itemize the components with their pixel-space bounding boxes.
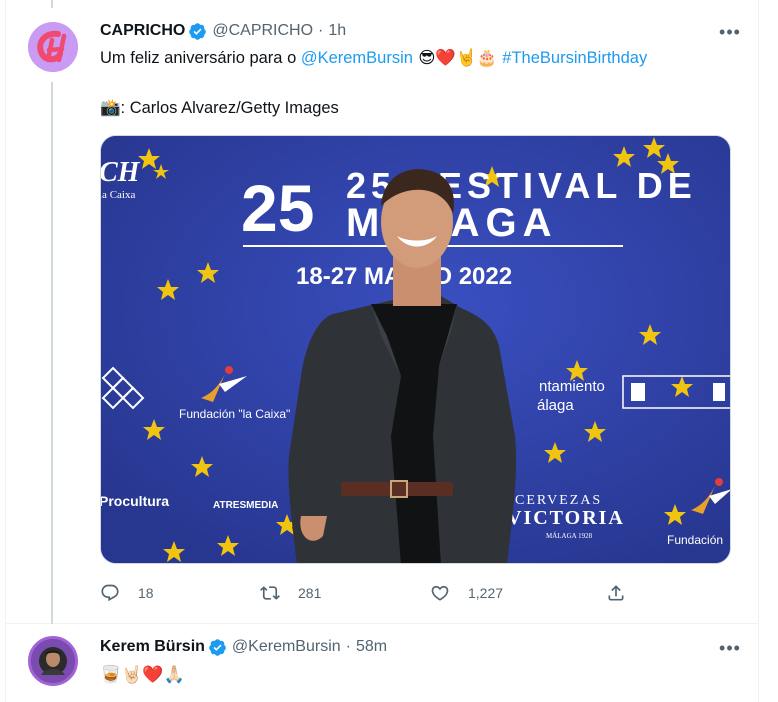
capricho-logo-icon: [28, 22, 78, 72]
retweet-count: 281: [298, 585, 322, 601]
fundacion-right-text: Fundación: [667, 533, 723, 547]
more-dots-icon[interactable]: •••: [718, 636, 742, 660]
photo-credit-text: : Carlos Alvarez/Getty Images: [120, 99, 339, 117]
reply-count: 18: [138, 585, 154, 601]
author-handle[interactable]: @CAPRICHO: [212, 22, 313, 40]
photo-scene: 25 25 FESTIVAL DE MÁLAGA 18-27 MARZO 202…: [101, 136, 730, 563]
atresmedia-text: ATRESMEDIA: [213, 500, 278, 511]
separator-dot: ·: [345, 638, 351, 655]
avatar-kerem[interactable]: [28, 636, 78, 686]
tweet-photo[interactable]: 25 25 FESTIVAL DE MÁLAGA 18-27 MARZO 202…: [100, 135, 731, 564]
tweet-actions: 18 281 1,227: [100, 580, 640, 606]
heart-icon: [431, 585, 449, 601]
camera-flash-icon: 📸: [100, 98, 121, 117]
ayuntamiento-text-2: álaga: [537, 397, 574, 414]
cervezas-text: CERVEZAS: [515, 493, 602, 508]
reply-button[interactable]: 18: [100, 583, 154, 603]
verified-badge-icon: [189, 22, 207, 40]
share-icon: [608, 585, 624, 601]
banner-number: 25: [241, 171, 314, 245]
more-dots-icon[interactable]: •••: [718, 20, 742, 44]
right-border: [758, 0, 778, 702]
like-count: 1,227: [468, 585, 504, 601]
ministerio-mark: [713, 383, 725, 401]
malaga-1928-text: MÁLAGA 1928: [546, 532, 593, 540]
tweet-text: 🥃🤘🏻❤️🙏🏻: [100, 665, 185, 685]
thread-line-top: [51, 0, 53, 8]
author-name[interactable]: CAPRICHO: [100, 22, 185, 40]
retweet-button[interactable]: 281: [260, 583, 321, 603]
procultura-text: Procultura: [101, 493, 169, 509]
gobierno-shield: [631, 383, 645, 401]
tweet-kerem[interactable]: Kerem Bürsin @KeremBursin · 58m ••• 🥃🤘🏻❤…: [6, 624, 758, 702]
tweet-capricho[interactable]: CAPRICHO @CAPRICHO · 1h ••• Um feliz ani…: [6, 0, 758, 624]
timestamp[interactable]: 1h: [328, 22, 346, 40]
retweet-icon: [260, 586, 280, 600]
left-caixa-text: la Caixa: [101, 189, 135, 201]
avatar-capricho[interactable]: [28, 22, 78, 72]
author-handle[interactable]: @KeremBursin: [232, 638, 341, 656]
tweet-header: Kerem Bürsin @KeremBursin · 58m: [100, 636, 387, 658]
author-name[interactable]: Kerem Bürsin: [100, 638, 205, 656]
tweet-text: Um feliz aniversário para o @KeremBursin…: [100, 47, 647, 69]
verified-badge-icon: [209, 638, 226, 656]
reply-icon: [101, 584, 119, 602]
separator-dot: ·: [318, 22, 324, 39]
ayuntamiento-text-1: ntamiento: [539, 378, 605, 395]
tweet-emojis: 😎❤️🤘🎂: [412, 48, 503, 67]
fundacion-caixa-text: Fundación "la Caixa": [179, 407, 290, 421]
tweet-text-prefix: Um feliz aniversário para o: [100, 49, 301, 67]
victoria-text: VICTORIA: [507, 507, 625, 529]
photo-credit: 📸: Carlos Alvarez/Getty Images: [100, 97, 339, 119]
hashtag-link[interactable]: #TheBursinBirthday: [502, 49, 647, 67]
tweet-header: CAPRICHO @CAPRICHO · 1h: [100, 20, 346, 42]
kerem-avatar-image: [31, 639, 75, 683]
left-ch-logo: CH: [101, 157, 141, 188]
timestamp[interactable]: 58m: [356, 638, 387, 656]
share-button[interactable]: [606, 583, 626, 603]
mention-link[interactable]: @KeremBursin: [301, 49, 413, 67]
like-button[interactable]: 1,227: [430, 583, 503, 603]
thread-line: [51, 82, 53, 624]
